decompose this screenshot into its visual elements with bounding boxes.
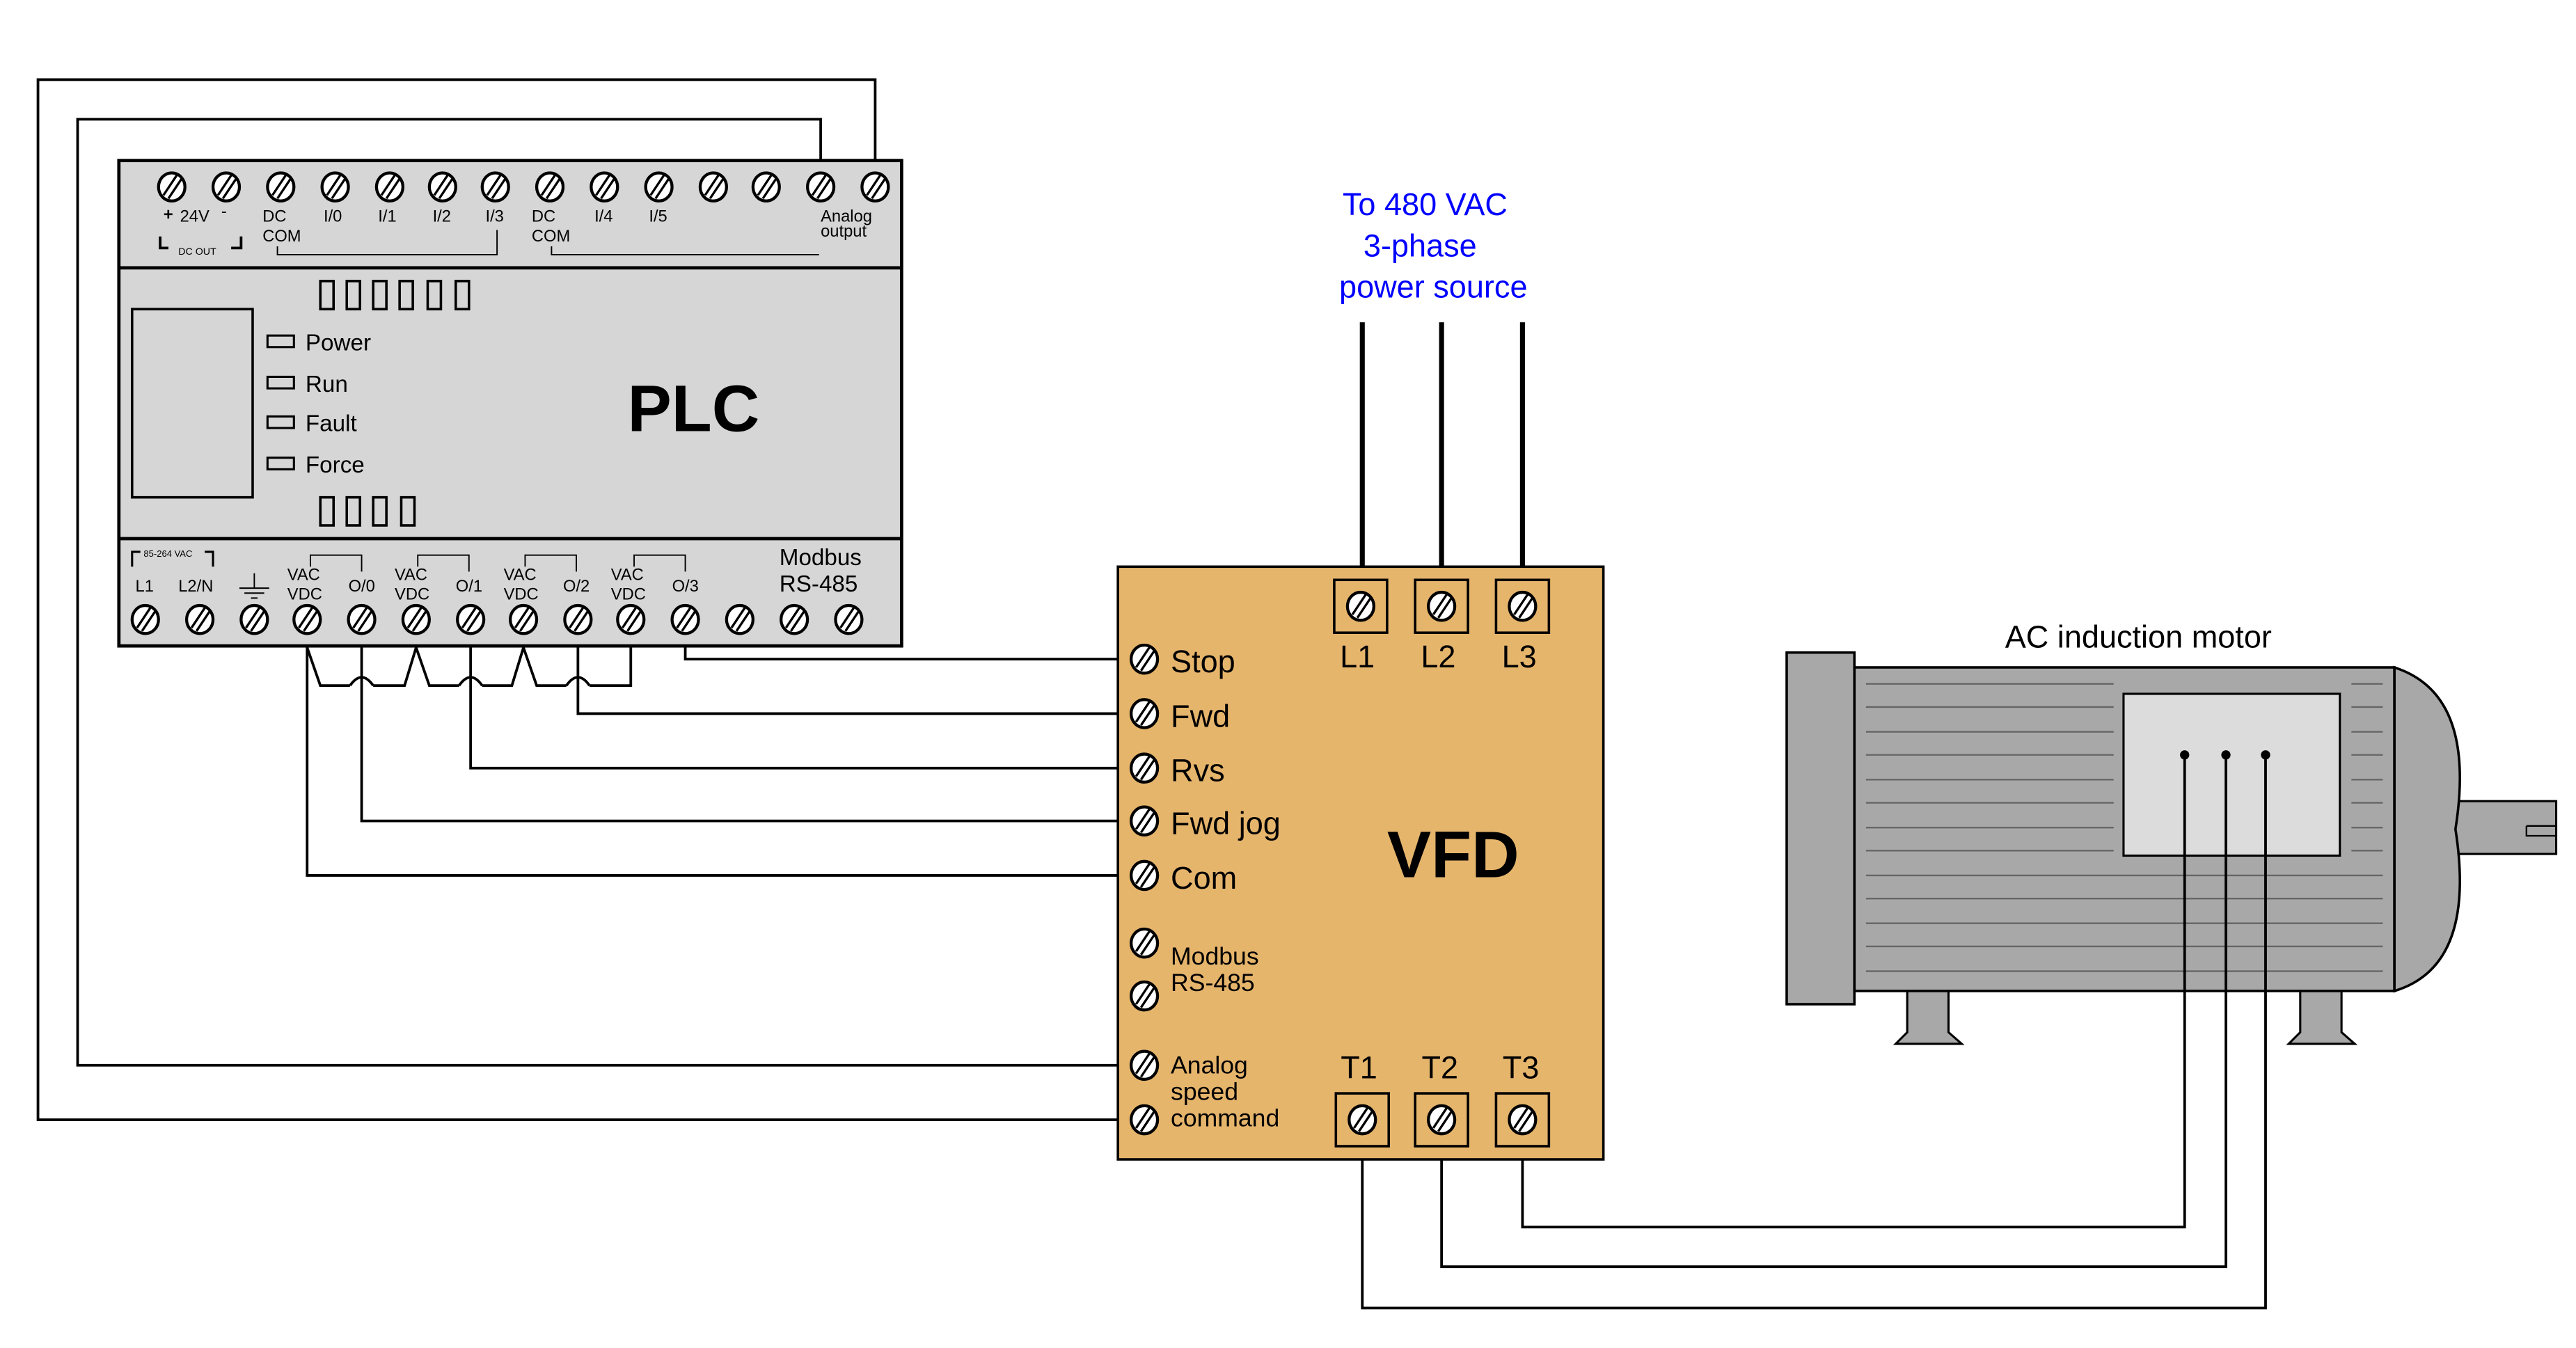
vfd-l3-label: L3 (1502, 639, 1537, 674)
motor-end-bell (2393, 665, 2461, 993)
vfd-rvs-label: Rvs (1171, 753, 1225, 788)
label-l1: L1 (136, 578, 154, 596)
power-source-label: To 480 VAC 3-phase power source (1339, 187, 1528, 305)
vfd-speed-label: speed (1171, 1078, 1238, 1106)
indicator-run: Run (306, 372, 348, 397)
label-o3: O/3 (672, 578, 699, 596)
label-modbus: Modbus (780, 545, 862, 571)
label-i5: I/5 (649, 207, 667, 225)
label-rs485: RS-485 (780, 571, 858, 597)
vfd-t2-label: T2 (1421, 1050, 1458, 1086)
label-i2: I/2 (433, 207, 451, 225)
label-l2n: L2/N (178, 578, 213, 596)
label-o2: O/2 (563, 578, 590, 596)
vfd-com-label: Com (1171, 860, 1237, 896)
vfd-fwd-label: Fwd (1171, 698, 1230, 734)
label-com2: COM (532, 228, 570, 246)
motor-junction-box (2122, 692, 2341, 857)
label-vac-range: 85-264 VAC (143, 548, 192, 559)
vfd-stop-label: Stop (1171, 644, 1235, 679)
label-vdc: VDC (287, 586, 322, 604)
vfd-command-label: command (1171, 1104, 1279, 1132)
vfd-rs485-label: RS-485 (1171, 969, 1255, 997)
power-source-line3: power source (1339, 269, 1528, 305)
vfd-l2-label: L2 (1421, 639, 1455, 674)
ac-induction-motor: AC induction motor (1785, 619, 2558, 1045)
label-i4: I/4 (594, 207, 613, 225)
label-i1: I/1 (378, 207, 396, 225)
label-dc-com1: DC (262, 207, 286, 225)
label-vac: VAC (287, 566, 320, 584)
motor-foot-right (2286, 990, 2358, 1045)
vfd-l1-label: L1 (1340, 639, 1375, 674)
label-vac: VAC (504, 566, 537, 584)
indicator-fault: Fault (306, 411, 357, 437)
label-i3: I/3 (485, 207, 503, 225)
vfd-fwd-jog-label: Fwd jog (1171, 806, 1281, 841)
vfd-t1-label: T1 (1341, 1050, 1377, 1086)
plc-title: PLC (628, 372, 760, 446)
label-vdc: VDC (611, 586, 646, 604)
vfd-wiring-diagram: + 24V - DC OUT DC COM I/0 I/1 I/2 I/3 DC… (36, 78, 2558, 1310)
label-plus: + (164, 206, 173, 224)
label-dc-com2: DC (532, 207, 555, 225)
power-source-line2: 3-phase (1364, 228, 1477, 263)
indicator-power: Power (306, 331, 371, 356)
motor-shaft (2454, 800, 2558, 855)
label-dc-out: DC OUT (178, 246, 216, 257)
label-vdc: VDC (395, 586, 429, 604)
vfd-modbus-label: Modbus (1171, 942, 1259, 970)
motor-end-plate (1785, 651, 1856, 1006)
label-output: output (821, 223, 867, 241)
label-com1: COM (262, 228, 301, 246)
motor-foot-left (1893, 990, 1965, 1045)
vfd: L1 L2 L3 T1 T2 T3 Stop Fwd Rvs Fwd jog C… (1116, 565, 1605, 1161)
plc-display (131, 308, 254, 499)
label-vac: VAC (611, 566, 644, 584)
vfd-title: VFD (1387, 818, 1519, 891)
vfd-analog-label: Analog (1171, 1052, 1248, 1079)
label-o1: O/1 (456, 578, 482, 596)
plc: + 24V - DC OUT DC COM I/0 I/1 I/2 I/3 DC… (117, 159, 903, 648)
label-24v: 24V (180, 207, 210, 225)
label-minus: - (221, 203, 227, 221)
label-o0: O/0 (349, 578, 375, 596)
motor-label: AC induction motor (2005, 619, 2272, 655)
label-vdc: VDC (504, 586, 539, 604)
label-i0: I/0 (324, 207, 342, 225)
power-source-line1: To 480 VAC (1343, 187, 1508, 222)
vfd-t3-label: T3 (1503, 1050, 1540, 1086)
indicator-force: Force (306, 452, 365, 478)
label-vac: VAC (395, 566, 427, 584)
